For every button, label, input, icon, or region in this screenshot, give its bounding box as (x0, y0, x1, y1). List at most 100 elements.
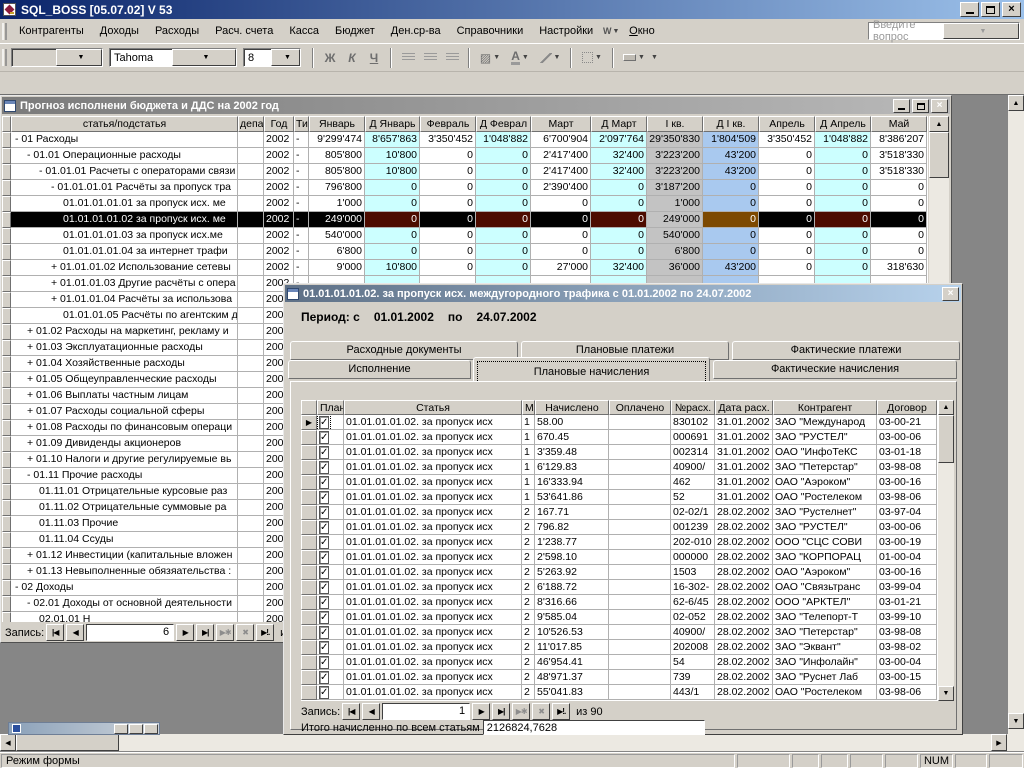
checkbox-checked-icon[interactable]: ✓ (319, 551, 329, 564)
bold-button[interactable]: Ж (319, 48, 341, 68)
font-color-button[interactable]: А▼ (505, 48, 535, 68)
doc-number-cell[interactable]: 02-052 (671, 610, 715, 625)
article-cell[interactable]: - 01.01.01.01 Расчёты за пропуск тра (11, 180, 238, 196)
year-cell[interactable]: 2002 (264, 148, 294, 164)
value-cell[interactable]: 10'800 (365, 164, 420, 180)
article-cell[interactable]: 01.01.01.01.02. за пропуск исх (344, 505, 522, 520)
column-header[interactable]: Д I кв. (703, 116, 759, 132)
type-cell[interactable]: - (294, 260, 309, 276)
contractor-cell[interactable]: ОАО "Связьтранс (773, 580, 877, 595)
type-cell[interactable]: - (294, 180, 309, 196)
chevron-down-icon[interactable]: ▼ (271, 49, 300, 66)
row-selector[interactable] (2, 612, 11, 622)
paid-cell[interactable] (609, 430, 671, 445)
row-selector[interactable] (2, 500, 11, 516)
row-selector[interactable] (2, 164, 11, 180)
column-header[interactable]: Май (871, 116, 927, 132)
menu-item-9[interactable]: Настройки (531, 22, 601, 40)
plan-cell[interactable]: ✓ (317, 550, 344, 565)
checkbox-checked-icon[interactable]: ✓ (319, 431, 329, 444)
special-effect-button[interactable]: ▼ (619, 48, 649, 68)
mdi-v-scrollbar[interactable]: ▲ ▼ (1008, 95, 1024, 751)
article-cell[interactable]: + 01.04 Хозяйственные расходы (11, 356, 238, 372)
accrued-cell[interactable]: 55'041.83 (535, 685, 609, 700)
row-selector[interactable] (2, 228, 11, 244)
contract-cell[interactable]: 03-00-06 (877, 430, 937, 445)
nav-go-filter-button[interactable]: ▶!. (552, 703, 570, 720)
row-selector[interactable] (301, 445, 317, 460)
checkbox-checked-icon[interactable]: ✓ (319, 626, 329, 639)
child-close-button[interactable]: × (931, 99, 948, 113)
column-header[interactable]: Начислено (535, 400, 609, 415)
object-combo[interactable]: ▼ (11, 48, 103, 67)
department-cell[interactable] (238, 244, 264, 260)
article-cell[interactable]: 01.01.01.01.02. за пропуск исх (344, 415, 522, 430)
value-cell[interactable]: 805'800 (309, 148, 365, 164)
doc-number-cell[interactable]: 02-02/1 (671, 505, 715, 520)
article-cell[interactable]: 01.01.01.01.02. за пропуск исх (344, 640, 522, 655)
doc-date-cell[interactable]: 28.02.2002 (715, 640, 773, 655)
value-cell[interactable]: 0 (703, 244, 759, 260)
table-row[interactable]: ✓01.01.01.01.02. за пропуск исх1670.4500… (301, 430, 938, 445)
accrued-cell[interactable]: 796.82 (535, 520, 609, 535)
value-cell[interactable]: 318'630 (871, 260, 927, 276)
contract-cell[interactable]: 03-97-04 (877, 505, 937, 520)
month-cell[interactable]: 1 (522, 415, 535, 430)
table-row[interactable]: ✓01.01.01.01.02. за пропуск исх248'971.3… (301, 670, 938, 685)
scroll-down-icon[interactable]: ▼ (1008, 713, 1024, 729)
year-cell[interactable]: 2002 (264, 260, 294, 276)
department-cell[interactable] (238, 452, 264, 468)
scrollbar-track[interactable] (938, 463, 954, 686)
chevron-down-icon[interactable]: ▼ (172, 49, 236, 66)
column-header[interactable]: Д Январь (365, 116, 420, 132)
article-cell[interactable]: 01.01.01.01.02. за пропуск исх (344, 460, 522, 475)
row-selector[interactable] (2, 484, 11, 500)
article-cell[interactable]: 01.01.01.01.02. за пропуск исх (344, 685, 522, 700)
plan-cell[interactable]: ✓ (317, 475, 344, 490)
row-selector[interactable] (301, 565, 317, 580)
value-cell[interactable]: 0 (420, 212, 476, 228)
type-cell[interactable]: - (294, 164, 309, 180)
scrollbar-thumb[interactable] (938, 415, 954, 463)
plan-cell[interactable]: ✓ (317, 565, 344, 580)
value-cell[interactable]: 0 (703, 180, 759, 196)
article-cell[interactable]: + 01.09 Дивиденды акционеров (11, 436, 238, 452)
value-cell[interactable]: 43'200 (703, 164, 759, 180)
total-field[interactable]: 2126824,7628 (483, 720, 705, 735)
value-cell[interactable]: 43'200 (703, 260, 759, 276)
paid-cell[interactable] (609, 595, 671, 610)
value-cell[interactable]: 0 (815, 164, 871, 180)
value-cell[interactable]: 0 (759, 244, 815, 260)
align-center-button[interactable] (419, 48, 441, 68)
plan-cell[interactable]: ✓ (317, 685, 344, 700)
year-cell[interactable]: 2002 (264, 164, 294, 180)
value-cell[interactable]: 3'350'452 (759, 132, 815, 148)
contract-cell[interactable]: 03-00-16 (877, 565, 937, 580)
scroll-down-icon[interactable]: ▼ (938, 686, 954, 701)
column-header[interactable]: Год (264, 116, 294, 132)
article-cell[interactable]: + 01.13 Невыполненные обязяательства : (11, 564, 238, 580)
contract-cell[interactable]: 03-99-10 (877, 610, 937, 625)
contract-cell[interactable]: 03-00-21 (877, 415, 937, 430)
doc-number-cell[interactable]: 54 (671, 655, 715, 670)
value-cell[interactable]: 32'400 (591, 260, 647, 276)
value-cell[interactable]: 0 (703, 228, 759, 244)
column-header[interactable]: Оплачено (609, 400, 671, 415)
article-cell[interactable]: 01.01.01.01.04 за интернет трафи (11, 244, 238, 260)
doc-date-cell[interactable]: 28.02.2002 (715, 580, 773, 595)
value-cell[interactable]: 9'299'474 (309, 132, 365, 148)
checkbox-checked-icon[interactable]: ✓ (319, 446, 329, 459)
month-cell[interactable]: 1 (522, 430, 535, 445)
paid-cell[interactable] (609, 565, 671, 580)
doc-number-cell[interactable]: 202008 (671, 640, 715, 655)
plan-cell[interactable]: ✓ (317, 415, 344, 430)
accrued-cell[interactable]: 3'359.48 (535, 445, 609, 460)
contractor-cell[interactable]: ООО "СЦС СОВИ (773, 535, 877, 550)
article-cell[interactable]: 01.01.01.01.02. за пропуск исх (344, 430, 522, 445)
month-cell[interactable]: 2 (522, 610, 535, 625)
grid-row[interactable]: 01.01.01.01.04 за интернет трафи2002-6'8… (2, 244, 928, 260)
article-cell[interactable]: + 01.08 Расходы по финансовым операци (11, 420, 238, 436)
record-number-field[interactable]: 1 (382, 703, 470, 720)
doc-date-cell[interactable]: 31.01.2002 (715, 460, 773, 475)
department-cell[interactable] (238, 564, 264, 580)
